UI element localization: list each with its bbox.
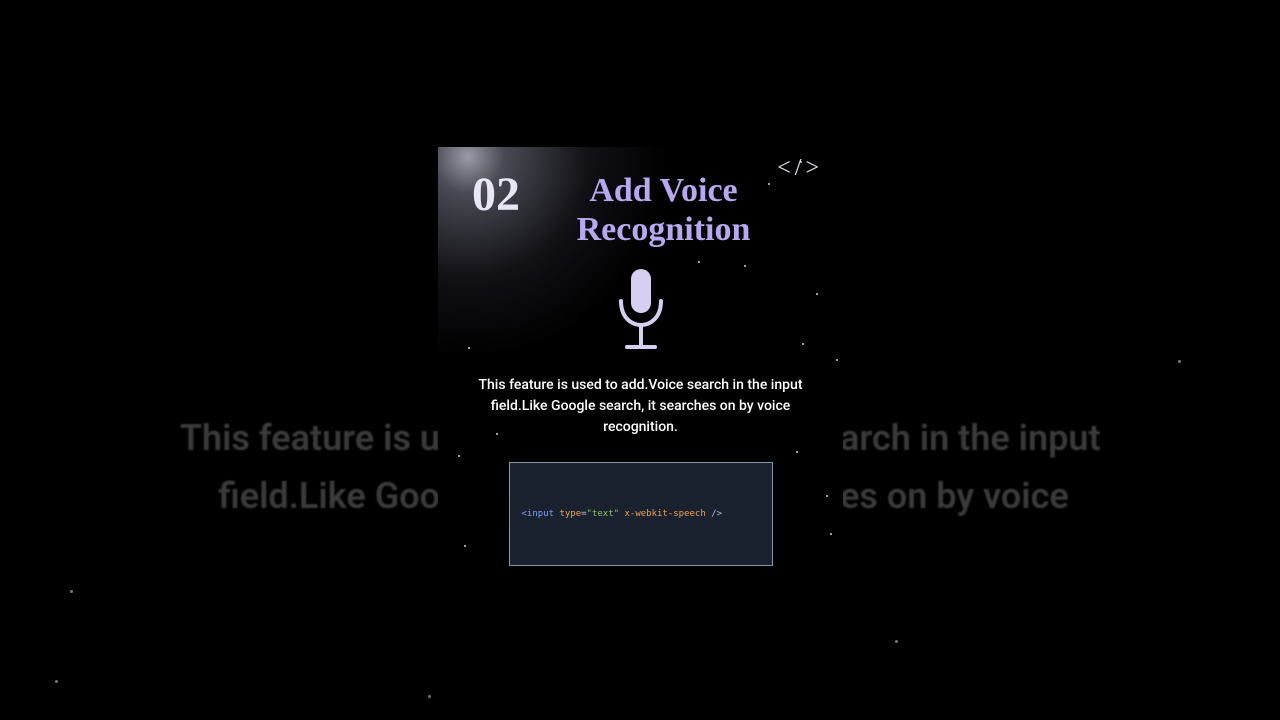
code-badge-icon: </> [777,155,823,182]
code-token-close: /> [711,509,722,519]
star-dot [830,533,832,535]
star-dot [826,495,828,497]
star-dot [802,343,804,345]
star-dot [744,265,746,267]
microphone-icon [438,267,843,357]
feature-card: </> 02 Add Voice Recognition This featur… [438,147,843,571]
star-dot [816,293,818,295]
code-token-attr: x-webkit-speech [624,509,705,519]
star-dot [796,451,798,453]
code-token-string: "text" [587,509,620,519]
ghost-line: This feature is u [180,417,440,459]
star-dot [468,347,470,349]
code-snippet-box: <input type="text" x-webkit-speech /> [509,462,773,566]
ghost-line: es on by voice [840,475,1069,517]
background-ghost-text-left: This feature is u field.Like Goo [100,410,440,525]
star-dot [698,261,700,263]
code-snippet: <input type="text" x-webkit-speech /> [522,510,723,519]
stage: This feature is u field.Like Goo arch in… [0,0,1280,720]
star-dot [464,545,466,547]
background-ghost-text-right: arch in the input es on by voice [840,410,1220,525]
code-token-tag: <input [522,509,555,519]
star-dot [768,183,770,185]
ghost-line: field.Like Goo [218,475,440,517]
code-token-attr: type [559,509,581,519]
title-line: Recognition [577,211,751,248]
card-description: This feature is used to add.Voice search… [438,357,843,438]
star-dot [496,433,498,435]
star-dot [836,359,838,361]
step-number: 02 [472,171,520,219]
ghost-line: arch in the input [840,417,1101,459]
title-line: Add Voice [589,172,737,209]
star-dot [458,455,460,457]
